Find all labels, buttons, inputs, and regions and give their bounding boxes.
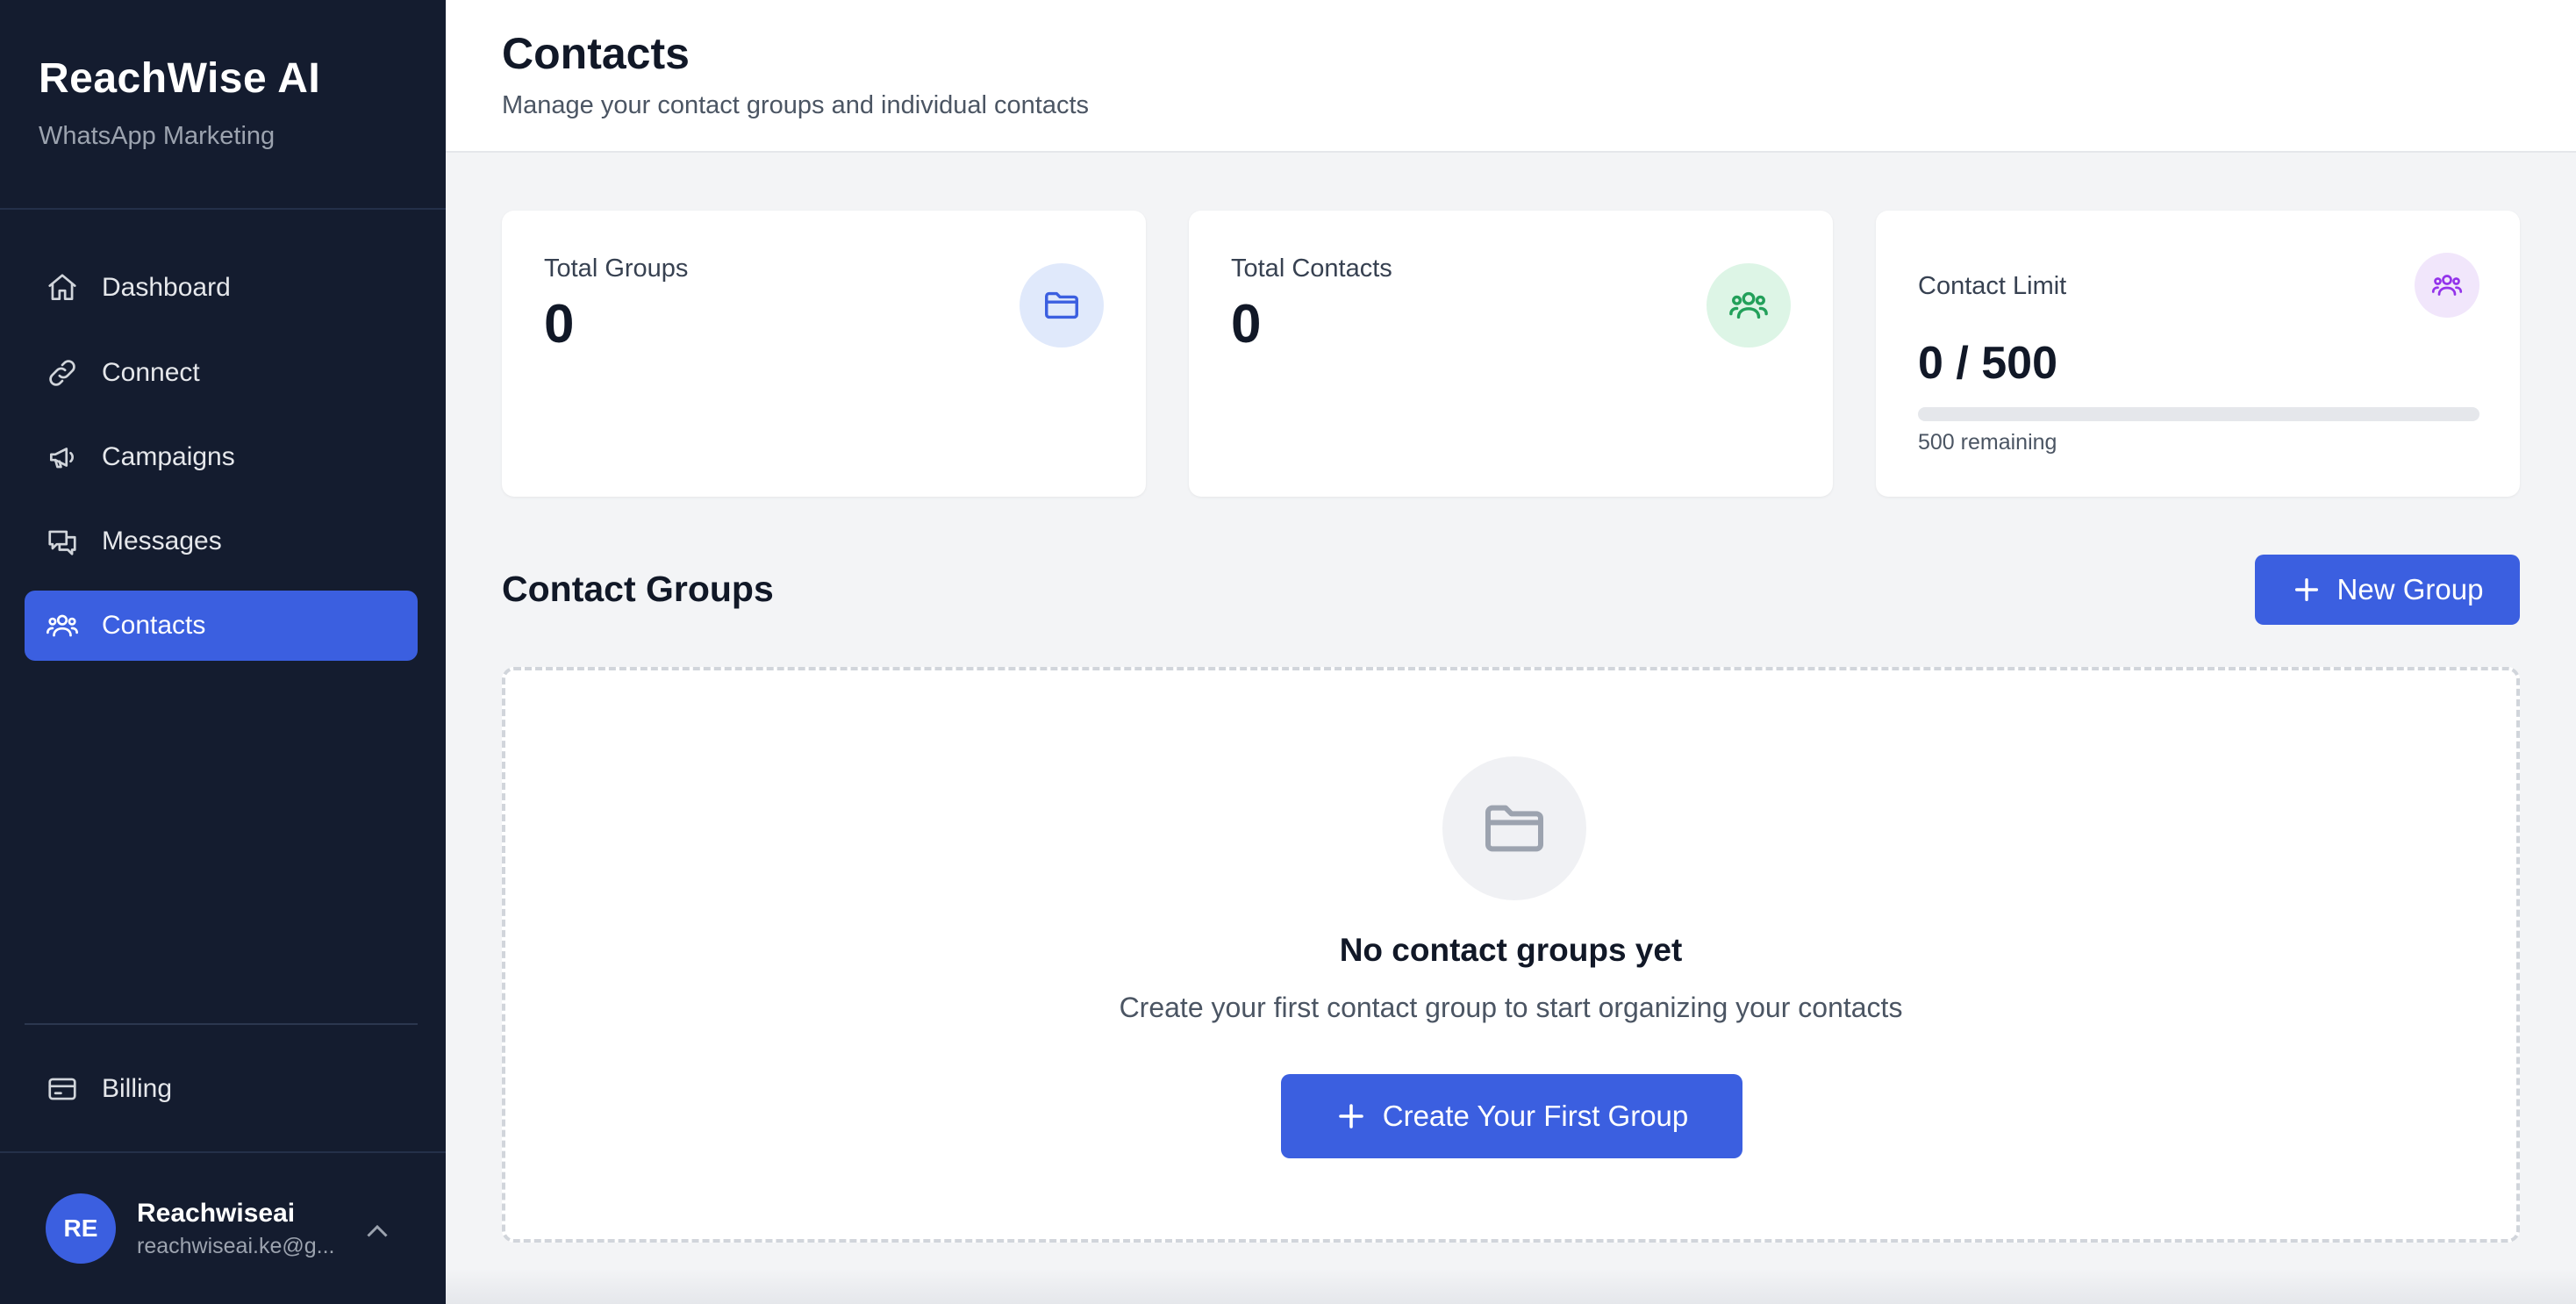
stat-value: 0 (1231, 294, 1262, 355)
stat-label: Contact Limit (1918, 272, 2067, 300)
contact-limit-progress (1918, 407, 2479, 421)
page-header: Contacts Manage your contact groups and … (446, 0, 2576, 153)
user-menu[interactable]: RE Reachwiseai reachwiseai.ke@g... (0, 1153, 446, 1304)
brand: ReachWise AI WhatsApp Marketing (0, 0, 446, 210)
megaphone-icon (49, 448, 74, 469)
user-email: reachwiseai.ke@g... (137, 1233, 335, 1258)
brand-title: ReachWise AI (39, 55, 321, 102)
sidebar-item-label: Campaigns (102, 442, 235, 471)
stat-card-total-contacts: Total Contacts 0 (1189, 211, 1833, 497)
brand-subtitle: WhatsApp Marketing (39, 122, 275, 150)
sidebar-item-messages[interactable]: Messages (25, 506, 418, 577)
sidebar-item-campaigns[interactable]: Campaigns (25, 422, 418, 492)
plus-icon (1338, 1104, 1363, 1128)
remaining-text: 500 remaining (1918, 430, 2057, 455)
sidebar-item-label: Contacts (102, 611, 206, 640)
chevron-up-icon[interactable] (361, 1216, 393, 1248)
new-group-button[interactable]: New Group (2255, 555, 2520, 625)
stat-icon-wrap (1020, 263, 1104, 347)
users-icon (2431, 275, 2463, 296)
sidebar-item-label: Billing (102, 1074, 173, 1103)
home-icon (48, 274, 76, 301)
empty-state: No contact groups yet Create your first … (502, 667, 2520, 1243)
link-icon (49, 360, 75, 386)
users-icon (1729, 291, 1768, 319)
sidebar-item-dashboard[interactable]: Dashboard (25, 253, 418, 323)
credit-card-icon (48, 1078, 76, 1100)
stat-icon-wrap (1707, 263, 1791, 347)
users-icon (47, 614, 78, 637)
button-label: New Group (2336, 573, 2484, 605)
stat-icon-wrap (2415, 253, 2479, 318)
chat-icon (48, 530, 76, 555)
stat-card-contact-limit: Contact Limit 0 / 500 500 remaining (1876, 211, 2520, 497)
user-name: Reachwiseai (137, 1198, 296, 1228)
folder-icon (1045, 291, 1078, 319)
sidebar-item-billing[interactable]: Billing (25, 1054, 418, 1124)
stat-value: 0 / 500 (1918, 338, 2058, 389)
sidebar-item-label: Messages (102, 527, 222, 555)
page-bottom-edge (446, 1269, 2576, 1304)
page-title: Contacts (502, 29, 690, 78)
empty-subtitle: Create your first contact group to start… (1119, 992, 1903, 1023)
sidebar-item-label: Dashboard (102, 273, 231, 302)
empty-icon-wrap (1442, 756, 1586, 900)
section-title: Contact Groups (502, 569, 774, 609)
avatar: RE (46, 1193, 116, 1264)
user-info: Reachwiseai reachwiseai.ke@g... (137, 1199, 340, 1259)
stat-card-total-groups: Total Groups 0 (502, 211, 1146, 497)
button-label: Create Your First Group (1382, 1100, 1689, 1132)
stat-label: Total Groups (544, 254, 689, 283)
plus-icon (2294, 577, 2318, 602)
stat-label: Total Contacts (1231, 254, 1392, 283)
create-first-group-button[interactable]: Create Your First Group (1281, 1074, 1742, 1158)
sidebar-item-contacts[interactable]: Contacts (25, 591, 418, 661)
empty-title: No contact groups yet (1339, 932, 1683, 968)
sidebar-divider (25, 1023, 418, 1025)
sidebar-item-label: Connect (102, 358, 200, 387)
stat-value: 0 (544, 294, 575, 355)
folder-icon (1485, 805, 1543, 852)
sidebar-item-connect[interactable]: Connect (25, 338, 418, 408)
sidebar: ReachWise AI WhatsApp Marketing Dashboar… (0, 0, 446, 1304)
page-subtitle: Manage your contact groups and individua… (502, 91, 1090, 119)
